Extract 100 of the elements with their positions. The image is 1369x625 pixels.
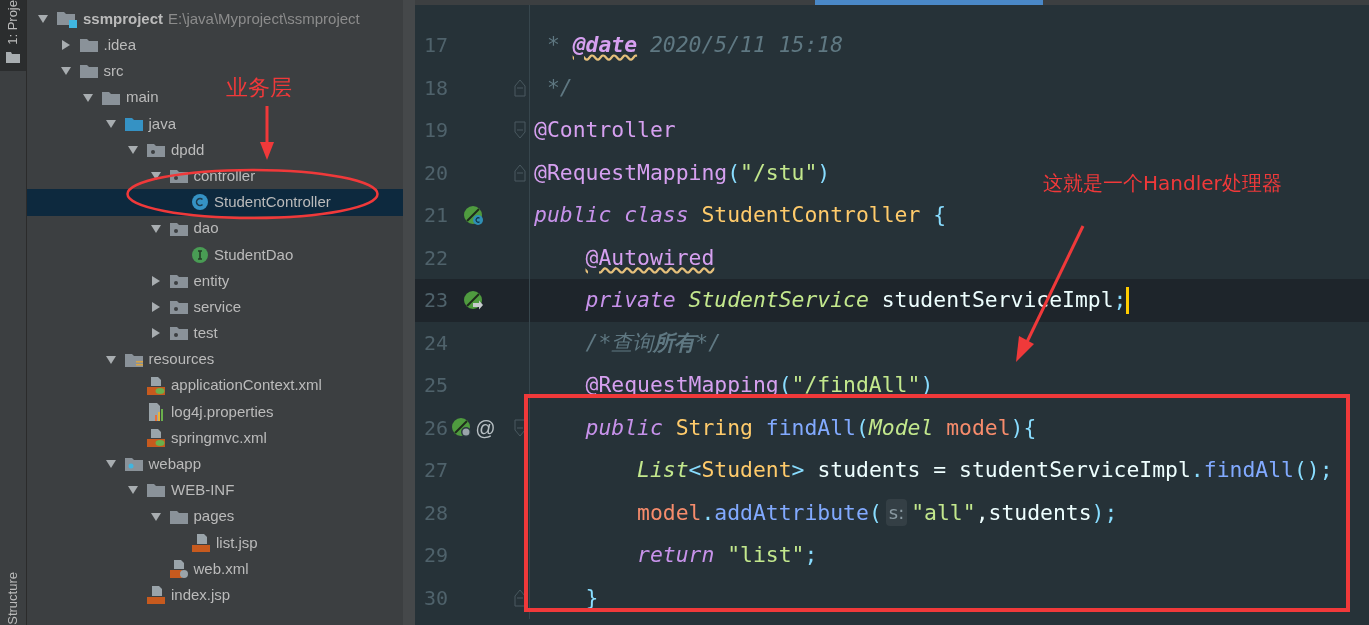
code-text: */ bbox=[545, 73, 573, 102]
parameter-hint: s: bbox=[885, 499, 908, 527]
tree-item-label: applicationContext.xml bbox=[171, 375, 322, 396]
tree-item[interactable]: test bbox=[27, 320, 222, 347]
tree-item-label: index.jsp bbox=[171, 584, 231, 605]
folder-icon bbox=[168, 508, 189, 525]
code-text: /*查询所有*/ bbox=[584, 328, 722, 357]
jsp-file-icon bbox=[146, 585, 166, 606]
tree-item-label: src bbox=[103, 61, 124, 82]
collapse-arrow-icon[interactable] bbox=[82, 91, 94, 104]
tree-item[interactable]: entity bbox=[27, 267, 234, 295]
tree-item[interactable]: resources bbox=[27, 346, 219, 373]
tree-item-label: .idea bbox=[103, 35, 137, 56]
folder-icon bbox=[78, 63, 99, 80]
tree-item-label: controller bbox=[193, 165, 256, 186]
line-number: 23 bbox=[422, 287, 448, 315]
expand-arrow-icon[interactable] bbox=[59, 39, 72, 52]
tree-item-label: springmvc.xml bbox=[171, 427, 267, 448]
spring-xml-icon bbox=[146, 375, 166, 396]
tree-item-label: resources bbox=[148, 349, 215, 370]
tree-item[interactable]: dpdd bbox=[27, 136, 209, 164]
package-icon bbox=[168, 325, 189, 342]
tree-item-label: main bbox=[126, 87, 159, 108]
code-text: List<Student> students = studentServiceImpl.findAll(); bbox=[636, 456, 1333, 485]
code-text: @Autowired bbox=[584, 243, 715, 272]
tree-item[interactable]: StudentDao bbox=[27, 241, 298, 268]
package-icon bbox=[168, 299, 189, 316]
web-xml-icon bbox=[168, 559, 189, 580]
annotation-label: 业务层 bbox=[226, 74, 292, 102]
tree-item[interactable]: list.jsp bbox=[27, 529, 262, 556]
folder-icon bbox=[101, 89, 121, 106]
tree-item[interactable]: controller bbox=[27, 163, 260, 190]
tree-item[interactable]: service bbox=[27, 294, 245, 321]
tree-item[interactable]: java bbox=[27, 110, 181, 137]
tree-item-label: service bbox=[193, 296, 241, 317]
spring-bean-icon[interactable] bbox=[462, 289, 485, 311]
package-icon bbox=[168, 220, 189, 237]
package-icon bbox=[146, 142, 166, 159]
code-text: model.addAttribute( bbox=[636, 498, 882, 527]
package-icon bbox=[168, 272, 189, 289]
code-text: @Controller bbox=[534, 116, 676, 145]
collapse-arrow-icon[interactable] bbox=[104, 353, 117, 366]
project-path: E:\java\Myproject\ssmproject bbox=[168, 8, 360, 29]
tree-item[interactable]: pages bbox=[27, 503, 239, 530]
expand-arrow-icon[interactable] bbox=[149, 301, 162, 314]
tree-item[interactable]: dao bbox=[27, 215, 223, 242]
folder-icon bbox=[146, 482, 166, 499]
gutter-mark[interactable]: @ bbox=[475, 412, 496, 443]
tree-item-label: web.xml bbox=[193, 558, 249, 579]
collapse-arrow-icon[interactable] bbox=[149, 222, 162, 235]
structure-tool-tab[interactable]: Structure bbox=[0, 568, 26, 625]
properties-icon bbox=[146, 401, 166, 422]
tree-item-label: ssmproject bbox=[83, 8, 164, 29]
fold-start-icon[interactable] bbox=[514, 418, 526, 437]
code-text: * @date 2020/5/11 15:18 bbox=[545, 31, 844, 60]
tree-item-label: entity bbox=[193, 270, 230, 291]
tree-item-label: list.jsp bbox=[216, 532, 258, 553]
folder-icon bbox=[123, 456, 144, 473]
class-icon bbox=[191, 193, 209, 212]
project-icon bbox=[56, 10, 78, 29]
fold-start-icon[interactable] bbox=[514, 121, 526, 140]
annotation-label: 这就是一个Handler处理器 bbox=[1043, 170, 1282, 197]
expand-arrow-icon[interactable] bbox=[149, 274, 162, 287]
tree-item-label: WEB-INF bbox=[171, 480, 235, 501]
tree-item[interactable]: index.jsp bbox=[27, 582, 235, 609]
tree-item-label: dao bbox=[193, 218, 219, 239]
code-text: public String findAll(Model model){ bbox=[584, 413, 1037, 442]
tree-item[interactable]: applicationContext.xml bbox=[27, 372, 326, 399]
folder-icon bbox=[78, 37, 99, 54]
tree-item[interactable]: WEB-INF bbox=[27, 477, 239, 504]
tree-item-label: pages bbox=[193, 506, 235, 527]
tree-item[interactable]: web.xml bbox=[27, 555, 253, 583]
tree-item[interactable]: .idea bbox=[27, 32, 141, 59]
tree-item[interactable]: webapp bbox=[27, 451, 206, 478]
tree-item[interactable]: main bbox=[27, 84, 163, 111]
spring-xml-icon bbox=[146, 428, 166, 449]
scrollbar[interactable] bbox=[403, 0, 415, 625]
tree-item[interactable]: StudentController bbox=[27, 189, 403, 216]
tree-item[interactable]: src bbox=[27, 58, 128, 85]
code-text: return "list"; bbox=[636, 541, 818, 570]
text-caret bbox=[1126, 286, 1130, 314]
tree-item-label: webapp bbox=[148, 454, 202, 475]
tree-item[interactable]: ssmproject E:\java\Myproject\ssmproject bbox=[27, 6, 364, 33]
code-text: public class StudentController { bbox=[534, 201, 947, 230]
tree-item-label: dpdd bbox=[171, 139, 205, 160]
collapse-arrow-icon[interactable] bbox=[104, 117, 117, 130]
annotation-arrow bbox=[259, 106, 275, 160]
folder-icon bbox=[123, 351, 144, 368]
tree-item[interactable]: log4j.properties bbox=[27, 398, 278, 425]
tree-item-label: java bbox=[148, 113, 177, 134]
collapse-arrow-icon[interactable] bbox=[149, 510, 162, 523]
expand-arrow-icon[interactable] bbox=[149, 327, 162, 340]
folder-icon bbox=[123, 115, 144, 132]
tree-item-label: log4j.properties bbox=[171, 401, 274, 422]
fold-end-icon[interactable] bbox=[514, 588, 526, 607]
interface-icon bbox=[191, 245, 209, 264]
project-tool-tab[interactable]: 1: Proje bbox=[0, 0, 26, 71]
spring-bean-icon[interactable] bbox=[451, 417, 474, 439]
tree-item[interactable]: springmvc.xml bbox=[27, 425, 271, 452]
spring-bean-icon[interactable] bbox=[462, 204, 485, 226]
